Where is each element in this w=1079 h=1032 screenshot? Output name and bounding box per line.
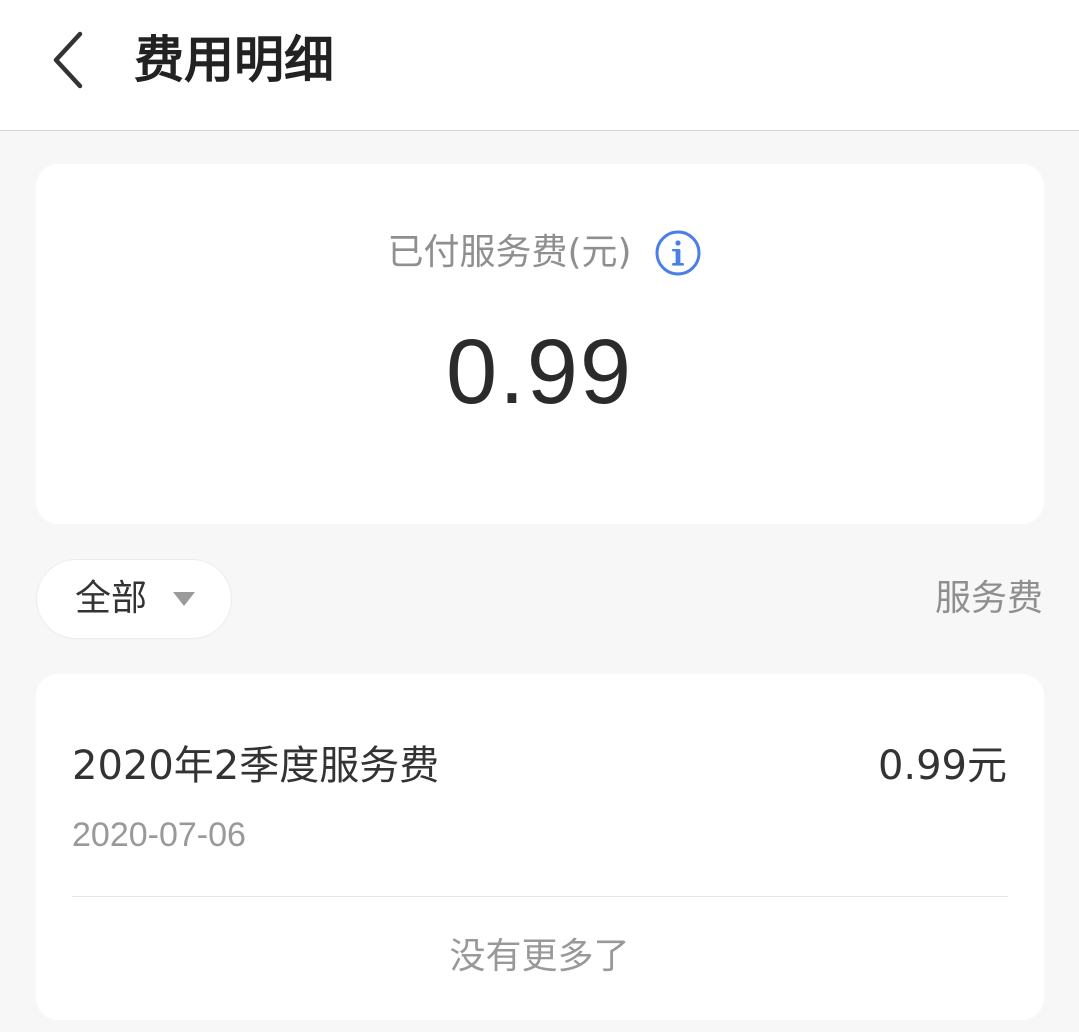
back-button[interactable] <box>36 22 100 98</box>
fee-type-label: 服务费 <box>934 578 1043 619</box>
item-title: 2020年2季度服务费 <box>72 743 440 789</box>
item-date: 2020-07-06 <box>72 816 246 854</box>
caret-down-icon <box>173 592 196 606</box>
summary-label: 已付服务费(元) <box>387 232 632 273</box>
filter-dropdown[interactable]: 全部 <box>36 559 232 639</box>
item-amount: 0.99元 <box>877 743 1007 789</box>
info-icon[interactable] <box>654 229 702 277</box>
app-header: 费用明细 <box>0 0 1079 131</box>
filter-selected-label: 全部 <box>75 578 148 619</box>
summary-label-row: 已付服务费(元) <box>0 226 1079 280</box>
divider <box>72 896 1008 897</box>
total-paid-amount: 0.99 <box>445 321 634 423</box>
page-title: 费用明细 <box>134 31 334 89</box>
no-more-text: 没有更多了 <box>449 936 630 977</box>
back-arrow-icon <box>53 31 83 89</box>
